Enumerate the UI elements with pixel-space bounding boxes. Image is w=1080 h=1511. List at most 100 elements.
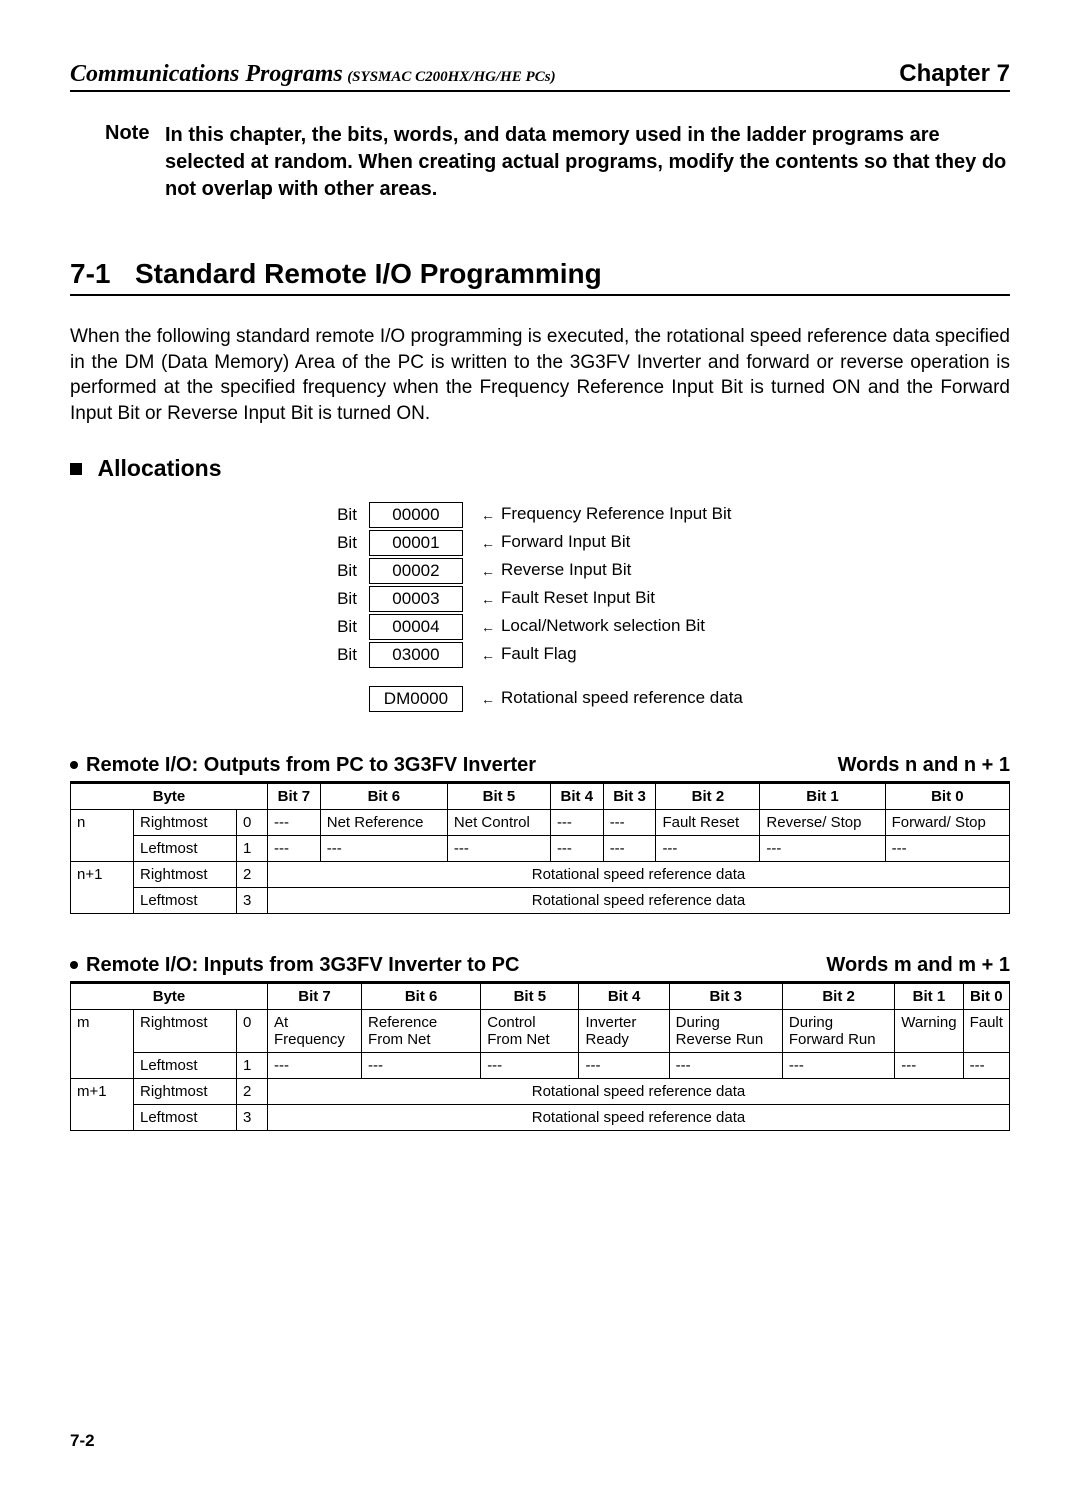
table-row: Leftmost 3 Rotational speed reference da… xyxy=(71,887,1010,913)
idx-cell: 1 xyxy=(237,835,268,861)
bit-cell: Warning xyxy=(895,1009,963,1052)
col-bit5: Bit 5 xyxy=(481,983,579,1009)
alloc-desc: Reverse Input Bit xyxy=(465,558,749,584)
alloc-row: Bit 00001 Forward Input Bit xyxy=(331,530,749,556)
bullet-icon xyxy=(70,961,78,969)
alloc-desc: Forward Input Bit xyxy=(465,530,749,556)
col-bit1: Bit 1 xyxy=(895,983,963,1009)
outputs-table: Byte Bit 7 Bit 6 Bit 5 Bit 4 Bit 3 Bit 2… xyxy=(70,783,1010,914)
alloc-label: Bit xyxy=(331,530,367,556)
bit-cell: --- xyxy=(447,835,550,861)
bit-cell: --- xyxy=(895,1052,963,1078)
col-byte: Byte xyxy=(71,783,268,809)
alloc-row: Bit 00000 Frequency Reference Input Bit xyxy=(331,502,749,528)
table-row: Leftmost 1 --- --- --- --- --- --- --- -… xyxy=(71,835,1010,861)
bit-cell: --- xyxy=(481,1052,579,1078)
idx-cell: 3 xyxy=(237,1104,268,1130)
col-bit0: Bit 0 xyxy=(963,983,1009,1009)
page-number: 7-2 xyxy=(70,1431,1010,1451)
bit-cell: --- xyxy=(362,1052,481,1078)
bit-cell: Control From Net xyxy=(481,1009,579,1052)
table-row: n+1 Rightmost 2 Rotational speed referen… xyxy=(71,861,1010,887)
col-bit6: Bit 6 xyxy=(362,983,481,1009)
alloc-code: 03000 xyxy=(369,642,463,668)
col-bit1: Bit 1 xyxy=(760,783,885,809)
square-bullet-icon xyxy=(70,463,82,475)
alloc-label: Bit xyxy=(331,614,367,640)
col-bit3: Bit 3 xyxy=(603,783,656,809)
idx-cell: 2 xyxy=(237,1078,268,1104)
arrow-left-icon xyxy=(481,645,497,665)
idx-cell: 2 xyxy=(237,861,268,887)
bit-cell: --- xyxy=(782,1052,894,1078)
arrow-left-icon xyxy=(481,589,497,609)
intro-paragraph: When the following standard remote I/O p… xyxy=(70,324,1010,427)
arrow-left-icon xyxy=(481,617,497,637)
allocations-table: Bit 00000 Frequency Reference Input Bit … xyxy=(329,500,751,714)
word-cell: n xyxy=(71,809,134,861)
alloc-row: Bit 00003 Fault Reset Input Bit xyxy=(331,586,749,612)
bit-cell: --- xyxy=(603,835,656,861)
col-bit3: Bit 3 xyxy=(669,983,782,1009)
table-row: Leftmost 3 Rotational speed reference da… xyxy=(71,1104,1010,1130)
span-cell: Rotational speed reference data xyxy=(268,861,1010,887)
bullet-icon xyxy=(70,761,78,769)
bit-cell: --- xyxy=(579,1052,669,1078)
alloc-label: Bit xyxy=(331,502,367,528)
col-bit0: Bit 0 xyxy=(885,783,1009,809)
page-header: Communications Programs (SYSMAC C200HX/H… xyxy=(70,60,1010,92)
inputs-heading: Remote I/O: Inputs from 3G3FV Inverter t… xyxy=(70,954,1010,983)
allocations-heading: Allocations xyxy=(70,455,1010,482)
bit-cell: --- xyxy=(320,835,447,861)
section-title: Standard Remote I/O Programming xyxy=(135,258,602,290)
outputs-title: Remote I/O: Outputs from PC to 3G3FV Inv… xyxy=(86,754,536,776)
arrow-left-icon xyxy=(481,561,497,581)
byte-cell: Rightmost xyxy=(134,1009,237,1052)
bit-cell: --- xyxy=(885,835,1009,861)
outputs-words: Words n and n + 1 xyxy=(838,754,1010,777)
word-cell: m+1 xyxy=(71,1078,134,1130)
note-block: Note In this chapter, the bits, words, a… xyxy=(105,122,1010,203)
alloc-code: 00001 xyxy=(369,530,463,556)
col-bit5: Bit 5 xyxy=(447,783,550,809)
bit-cell: At Frequency xyxy=(268,1009,362,1052)
note-label: Note xyxy=(105,122,165,203)
allocations-heading-text: Allocations xyxy=(98,455,222,481)
alloc-row: Bit 00002 Reverse Input Bit xyxy=(331,558,749,584)
bit-cell: --- xyxy=(268,835,321,861)
alloc-row-dm: DM0000 Rotational speed reference data xyxy=(331,686,749,712)
byte-cell: Rightmost xyxy=(134,861,237,887)
header-subtitle: (SYSMAC C200HX/HG/HE PCs) xyxy=(347,69,555,85)
bit-cell: Reverse/ Stop xyxy=(760,809,885,835)
byte-cell: Leftmost xyxy=(134,1104,237,1130)
alloc-label: Bit xyxy=(331,586,367,612)
byte-cell: Leftmost xyxy=(134,835,237,861)
span-cell: Rotational speed reference data xyxy=(268,1078,1010,1104)
bit-cell: --- xyxy=(656,835,760,861)
col-bit4: Bit 4 xyxy=(579,983,669,1009)
section-heading: 7-1 Standard Remote I/O Programming xyxy=(70,258,1010,296)
idx-cell: 0 xyxy=(237,809,268,835)
inputs-title: Remote I/O: Inputs from 3G3FV Inverter t… xyxy=(86,954,519,976)
inputs-header-row: Byte Bit 7 Bit 6 Bit 5 Bit 4 Bit 3 Bit 2… xyxy=(71,983,1010,1009)
alloc-dm-desc: Rotational speed reference data xyxy=(465,686,749,712)
arrow-left-icon xyxy=(481,505,497,525)
outputs-header-row: Byte Bit 7 Bit 6 Bit 5 Bit 4 Bit 3 Bit 2… xyxy=(71,783,1010,809)
idx-cell: 1 xyxy=(237,1052,268,1078)
alloc-row: Bit 00004 Local/Network selection Bit xyxy=(331,614,749,640)
col-byte: Byte xyxy=(71,983,268,1009)
bit-cell: Fault Reset xyxy=(656,809,760,835)
bit-cell: --- xyxy=(669,1052,782,1078)
byte-cell: Leftmost xyxy=(134,887,237,913)
bit-cell: Inverter Ready xyxy=(579,1009,669,1052)
header-chapter: Chapter 7 xyxy=(899,60,1010,88)
header-left: Communications Programs (SYSMAC C200HX/H… xyxy=(70,61,556,88)
bit-cell: During Reverse Run xyxy=(669,1009,782,1052)
col-bit7: Bit 7 xyxy=(268,983,362,1009)
bit-cell: --- xyxy=(550,809,603,835)
bit-cell: --- xyxy=(603,809,656,835)
bit-cell: Forward/ Stop xyxy=(885,809,1009,835)
header-title: Communications Programs xyxy=(70,61,343,87)
table-row: m Rightmost 0 At Frequency Reference Fro… xyxy=(71,1009,1010,1052)
bit-cell: Fault xyxy=(963,1009,1009,1052)
